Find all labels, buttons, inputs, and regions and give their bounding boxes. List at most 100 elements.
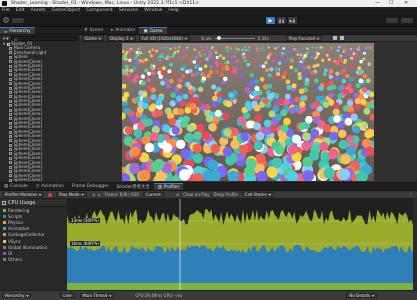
game-dropdown[interactable]: Game ▾ (82, 35, 104, 41)
account-icon[interactable] (3, 17, 9, 23)
deep-profile-toggle[interactable]: Deep Profile (214, 192, 238, 197)
collab-dropdown[interactable] (12, 17, 24, 23)
resolution-dropdown[interactable]: Full HD (1920x1080) ▾ (138, 35, 190, 41)
gameobject-icon (9, 161, 12, 165)
menu-gameobject[interactable]: GameObject (52, 8, 81, 13)
expand-arrow-icon[interactable]: ▾ (3, 41, 5, 46)
tab-animator[interactable]: ▸ Animator (107, 27, 139, 34)
chart-scrollbar[interactable] (413, 199, 417, 290)
sphere-instance (192, 96, 200, 103)
details-dropdown[interactable]: No Details ▾ (346, 292, 377, 299)
sphere-instance (211, 100, 218, 108)
sphere-instance (302, 132, 311, 141)
play-button[interactable]: ▶ (266, 17, 275, 24)
detail-view-dropdown[interactable]: Hierarchy ▾ (2, 292, 32, 299)
minimize-button[interactable]: — (375, 0, 380, 6)
sphere-instance (198, 86, 204, 93)
close-button[interactable]: ✕ (404, 0, 408, 6)
next-frame-icon[interactable]: ▸ (99, 192, 101, 197)
menu-file[interactable]: File (2, 8, 10, 13)
step-button[interactable]: ▶❚ (288, 17, 297, 24)
menu-services[interactable]: Services (119, 8, 138, 13)
tab-animation[interactable]: ◷ Animation (32, 183, 68, 190)
category-color-swatch[interactable] (3, 233, 6, 237)
live-toggle[interactable]: Live (60, 292, 75, 299)
gameobject-icon (9, 104, 12, 108)
cpu-usage-chart[interactable]: 33ms (30FPS) 16ms (60FPS) (67, 199, 417, 290)
sphere-instance (352, 125, 361, 134)
category-color-swatch[interactable] (3, 220, 6, 224)
sphere-instance (129, 68, 134, 73)
record-icon[interactable] (48, 192, 52, 197)
category-color-swatch[interactable] (3, 251, 6, 255)
game-render-viewport[interactable] (116, 43, 378, 187)
menu-edit[interactable]: Edit (16, 8, 25, 13)
cpu-category-others[interactable]: Others (0, 257, 67, 263)
tab-frame-debugger[interactable]: Frame Debugger (68, 183, 113, 190)
sphere-instance (158, 74, 163, 79)
sphere-instance (322, 124, 331, 133)
cpu-category-list: Rendering Scripts Physics Animation GarbageC… (0, 207, 67, 263)
maximize-button[interactable]: ☐ (389, 0, 393, 6)
layers-dropdown[interactable] (386, 17, 398, 23)
sphere-instance (315, 95, 322, 102)
menu-component[interactable]: Component (86, 8, 113, 13)
thread-dropdown[interactable]: Main Thread ▾ (79, 292, 115, 299)
menu-window[interactable]: Window (144, 8, 162, 13)
pause-button[interactable]: ❚❚ (277, 17, 286, 24)
sphere-instance (285, 79, 291, 85)
tab-shader-reference[interactable]: Shader参考大全 (113, 183, 154, 190)
sphere-instance (186, 46, 189, 49)
category-color-swatch[interactable] (3, 227, 6, 231)
display-dropdown[interactable]: Display 1 ▾ (106, 35, 136, 41)
sphere-instance (142, 102, 149, 109)
gameobject-icon (9, 139, 12, 143)
category-color-swatch[interactable] (3, 208, 6, 212)
sphere-instance (216, 97, 223, 104)
sphere-instance (192, 60, 196, 64)
call-stacks-dropdown[interactable]: Call Stacks ▾ (241, 191, 274, 198)
menu-assets[interactable]: Assets (31, 8, 46, 13)
category-color-swatch[interactable] (3, 214, 6, 218)
category-color-swatch[interactable] (3, 239, 6, 243)
rendering-area (67, 283, 413, 290)
sphere-instance (291, 83, 297, 89)
category-color-swatch[interactable] (3, 258, 6, 262)
prev-frame-icon[interactable]: ◂ (93, 192, 95, 197)
mute-audio-icon[interactable] (332, 36, 337, 40)
sphere-instance (123, 91, 130, 98)
profiler-modules-dropdown[interactable]: Profiler Modules ▾ (2, 191, 44, 198)
category-color-swatch[interactable] (3, 245, 6, 249)
sphere-instance (201, 131, 211, 140)
profiler-menu-icon[interactable]: ⋮ (409, 192, 413, 197)
sphere-instance (132, 78, 137, 84)
sphere-instance (338, 56, 342, 60)
clear-icon[interactable]: ⊘ (176, 192, 179, 197)
tab-profiler[interactable]: ▥ Profiler (153, 183, 184, 190)
menu-help[interactable]: Help (168, 8, 178, 13)
layout-dropdown[interactable] (401, 17, 413, 23)
play-focused-dropdown[interactable]: Play Focused ▾ (285, 35, 322, 41)
stats-icon[interactable] (339, 36, 344, 40)
bottom-tabstrip: ▤ Console ◷ Animation Frame Debugger Shade… (0, 183, 417, 191)
tab-console[interactable]: ▤ Console (0, 183, 32, 190)
clear-on-play-toggle[interactable]: Clear on Play (183, 192, 209, 197)
sphere-instance (128, 49, 131, 52)
tab-hierarchy[interactable]: ≡ Hierarchy (0, 27, 35, 34)
sphere-instance (211, 84, 217, 90)
hierarchy-item-label: Sphere(Clone) (13, 177, 43, 183)
sphere-instance (248, 46, 251, 49)
play-mode-dropdown[interactable]: Play Mode ▾ (56, 191, 87, 198)
tab-scene[interactable]: # Scene (80, 27, 107, 34)
sphere-instance (186, 123, 195, 133)
hierarchy-item[interactable]: Sphere(Clone) (9, 177, 80, 183)
cpu-usage-header[interactable]: CPU Usage (0, 199, 67, 207)
marker-label-33ms: 33ms (30FPS) (70, 218, 100, 223)
sphere-instance (349, 64, 354, 68)
current-frame-button[interactable]: Current (142, 191, 164, 198)
sphere-instance (238, 116, 247, 124)
sphere-instance (259, 77, 265, 82)
scale-slider[interactable] (214, 36, 255, 40)
sphere-instance (345, 73, 350, 79)
tab-game[interactable]: ▣ Game (139, 27, 167, 34)
